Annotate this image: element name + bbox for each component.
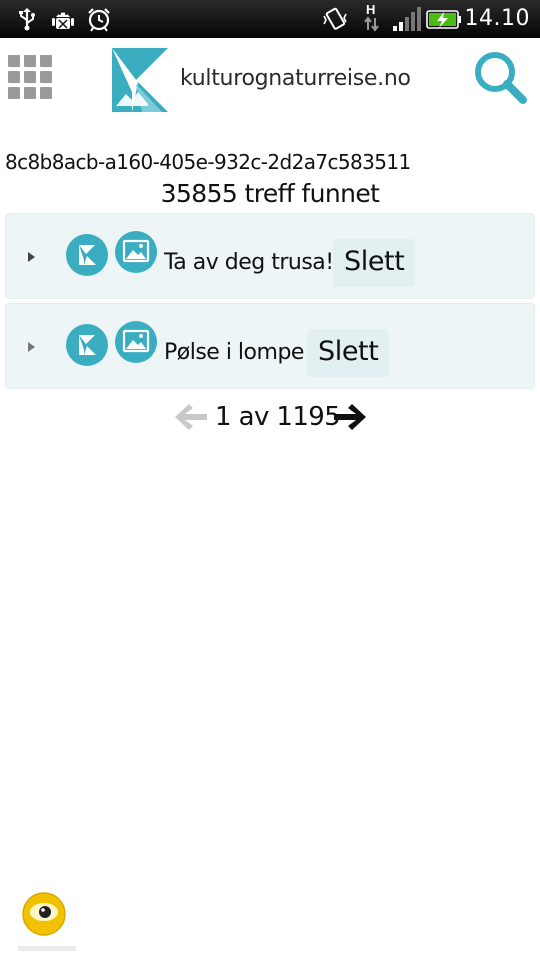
status-bar: H 14.10	[0, 0, 540, 38]
svg-text:H: H	[366, 2, 375, 17]
image-type-icon	[115, 231, 157, 273]
recorder-watermark-icon	[18, 892, 76, 951]
delete-button[interactable]: Slett	[333, 239, 416, 287]
usb-icon	[19, 8, 35, 31]
expand-arrow-icon[interactable]	[28, 342, 35, 352]
status-time: 14.10	[464, 6, 530, 31]
alarm-icon	[88, 8, 110, 32]
result-title[interactable]: Ta av deg trusa!	[164, 250, 334, 275]
image-type-icon	[115, 321, 157, 363]
delete-button[interactable]: Slett	[307, 329, 390, 377]
battery-charging-icon	[426, 10, 461, 29]
app-logo: kulturognaturreise.no	[112, 48, 432, 112]
result-title[interactable]: Pølse i lompe	[164, 340, 304, 365]
pagination: 1 av 1195	[0, 398, 540, 438]
hspa-data-icon: H	[364, 2, 379, 32]
hit-count: 35855 treff funnet	[160, 179, 380, 208]
kulturognaturreise-provider-icon	[66, 234, 108, 276]
arrow-right-icon[interactable]	[331, 401, 369, 433]
arrow-left-icon[interactable]	[172, 401, 210, 433]
search-id: 8c8b8acb-a160-405e-932c-2d2a7c583511	[5, 150, 411, 174]
kulturognaturreise-provider-icon	[66, 324, 108, 366]
signal-icon	[393, 7, 421, 31]
search-icon[interactable]	[470, 48, 530, 106]
vibrate-icon	[323, 7, 347, 30]
android-debug-icon	[52, 12, 74, 29]
kulturognaturreise-logo-icon	[112, 48, 168, 112]
logo-text: kulturognaturreise.no	[180, 66, 411, 91]
app-header: kulturognaturreise.no	[0, 38, 540, 118]
grid-menu-icon[interactable]	[8, 55, 52, 99]
result-row[interactable]: Ta av deg trusa! Slett	[5, 213, 535, 299]
result-row[interactable]: Pølse i lompe Slett	[5, 303, 535, 389]
page-indicator: 1 av 1195	[215, 402, 341, 432]
expand-arrow-icon[interactable]	[28, 252, 35, 262]
